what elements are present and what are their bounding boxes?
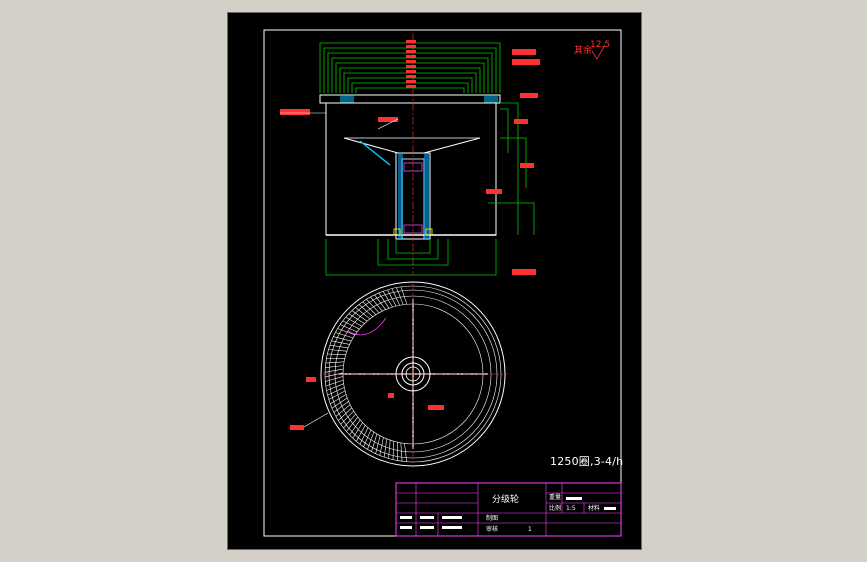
blade-line: [329, 344, 349, 349]
blade-line: [359, 427, 369, 445]
blade-line: [325, 365, 344, 368]
blade-line: [325, 361, 345, 364]
blade-line: [351, 310, 368, 322]
blade-line: [328, 349, 347, 352]
blade-line: [355, 307, 371, 320]
blade-line: [366, 299, 380, 314]
blade-line: [325, 376, 344, 382]
drawing-title: 分级轮: [492, 493, 519, 505]
blade-line: [345, 317, 362, 327]
blade-line: [400, 442, 403, 462]
blade-line: [342, 320, 360, 330]
blade-line: [383, 438, 388, 458]
sheet-count: 1: [528, 526, 532, 533]
blade-line: [327, 353, 346, 355]
blade-line: [392, 441, 394, 460]
label-weight: 重量: [549, 493, 561, 501]
label-drawn: 制图: [486, 514, 498, 522]
blade-line: [404, 443, 407, 462]
surface-finish-value: 12.5: [590, 40, 610, 50]
blade-line: [349, 419, 361, 436]
blade-line: [338, 407, 353, 421]
label-scale: 比例: [549, 504, 561, 512]
blade-line: [331, 340, 350, 345]
dimension-values: [406, 40, 416, 88]
label-checked: 审核: [486, 525, 498, 533]
blade-line: [324, 368, 344, 373]
blade-line: [370, 296, 383, 312]
plan-view: [290, 281, 508, 468]
blade-line: [343, 414, 356, 429]
blade-line: [335, 404, 351, 417]
scale-value: 1:5: [566, 505, 576, 512]
blade-line: [356, 425, 366, 442]
blade-line: [379, 437, 384, 456]
title-block: 分级轮 重量 比例 1:5 材料 制图 审核 1: [395, 482, 622, 537]
blade-line: [358, 304, 373, 317]
spec-note: 1250圈,3-4/h: [550, 455, 624, 468]
blade-line: [388, 440, 391, 459]
drawing-sheet: 其余 12.5 分级轮 重量 比例 1:5 材料 制图 审核 1 1250圈,3…: [227, 12, 642, 550]
section-view: 其余 12.5: [280, 33, 610, 276]
blade-line: [346, 416, 359, 432]
label-material: 材料: [588, 504, 600, 512]
